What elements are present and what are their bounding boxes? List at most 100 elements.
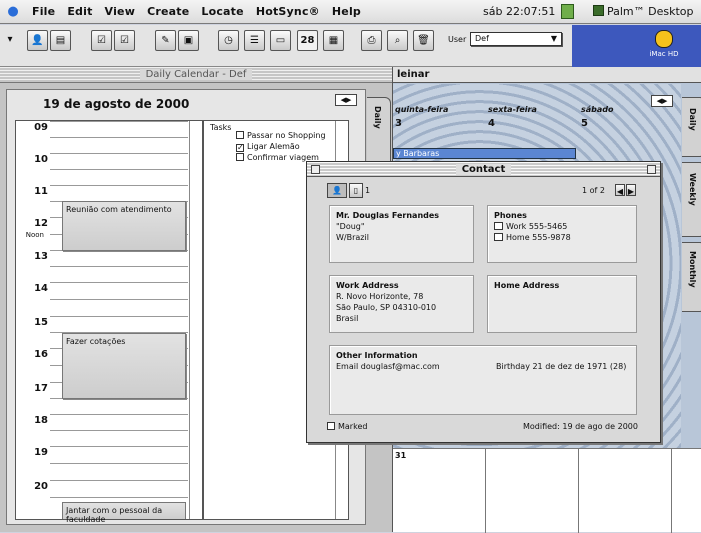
other-information-panel[interactable]: Other Information Email douglasf@mac.com… <box>329 345 637 415</box>
appointment-block[interactable]: Fazer cotações <box>62 333 186 399</box>
monthly-window-title: leinar <box>397 69 430 80</box>
new-event-icon[interactable]: ◷ <box>218 30 239 51</box>
schedule-scrollbar[interactable] <box>189 121 202 519</box>
contact-title-bar[interactable]: Contact <box>307 162 660 177</box>
hard-drive-desktop-icon[interactable]: iMac HD <box>644 30 684 64</box>
phones-panel[interactable]: Phones Work 555-5465 Home 555-9878 <box>487 205 637 263</box>
day-column-divider <box>578 449 579 533</box>
hour-label: 10 <box>34 154 48 165</box>
hour-label: 17 <box>34 383 48 394</box>
hour-divider <box>50 282 188 283</box>
user-select-value: Def <box>475 34 489 43</box>
hour-label: 11 <box>34 186 48 197</box>
menu-locate[interactable]: Locate <box>195 5 249 18</box>
day-column-divider <box>671 449 672 533</box>
menubar-clock[interactable]: sáb 22:07:51 <box>483 5 555 18</box>
contact-name: Mr. Douglas Fernandes <box>336 211 440 220</box>
hour-divider <box>50 446 188 447</box>
work-address-line: R. Novo Horizonte, 78 <box>336 292 424 301</box>
user-select[interactable]: Def ▼ <box>470 32 562 46</box>
hour-label: 19 <box>34 447 48 458</box>
collapse-box-icon[interactable] <box>647 165 656 174</box>
toolbar-collapse-arrow-icon[interactable]: ▾ <box>4 30 16 51</box>
hour-label: 12 <box>34 218 48 229</box>
task-checkbox[interactable] <box>236 131 244 139</box>
menu-create[interactable]: Create <box>141 5 195 18</box>
tab-monthly[interactable]: Monthly <box>682 242 701 312</box>
half-hour-divider <box>50 463 188 464</box>
home-address-header: Home Address <box>494 281 560 290</box>
half-hour-divider <box>50 169 188 170</box>
marked-checkbox[interactable] <box>327 422 335 430</box>
week-view-icon[interactable]: ▭ <box>270 30 291 51</box>
hour-divider <box>50 153 188 154</box>
contact-nickname: "Doug" <box>336 222 365 231</box>
hour-divider <box>50 316 188 317</box>
marked-checkbox-row[interactable]: Marked <box>327 422 367 431</box>
apple-menu-icon[interactable]: ● <box>0 4 26 19</box>
month-view-icon[interactable]: ▦ <box>323 30 344 51</box>
task-label: Ligar Alemão <box>247 142 300 151</box>
close-box-icon[interactable] <box>311 165 320 174</box>
note-list-icon[interactable]: ▣ <box>178 30 199 51</box>
appointment-block[interactable]: Jantar com o pessoal da faculdade <box>62 502 186 524</box>
contact-list-icon[interactable]: ▤ <box>50 30 71 51</box>
task-checkbox[interactable] <box>236 153 244 161</box>
month-nav-arrows[interactable]: ◀▶ <box>651 95 673 107</box>
work-address-panel[interactable]: Work Address R. Novo Horizonte, 78 São P… <box>329 275 474 333</box>
application-menu[interactable]: Palm™ Desktop <box>593 5 694 18</box>
task-label: Passar no Shopping <box>247 131 326 140</box>
hour-label: 20 <box>34 481 48 492</box>
day-header: quinta-feira <box>395 105 449 114</box>
hour-divider <box>50 480 188 481</box>
trash-icon[interactable]: 🗑 <box>413 30 434 51</box>
day-number: 31 <box>395 451 407 460</box>
menu-hotsync[interactable]: HotSync® <box>250 5 326 18</box>
day-date-button[interactable]: 28 <box>297 30 318 51</box>
new-task-icon[interactable]: ☑ <box>91 30 112 51</box>
menu-file[interactable]: File <box>26 5 61 18</box>
contact-card-view-icon[interactable]: 👤 <box>327 183 347 198</box>
task-list-icon[interactable]: ☑ <box>114 30 135 51</box>
day-number: 4 <box>488 118 495 129</box>
search-icon[interactable]: ⌕ <box>387 30 408 51</box>
phone-icon <box>494 233 503 241</box>
menu-edit[interactable]: Edit <box>61 5 98 18</box>
tab-monthly-label: Monthly <box>688 251 697 288</box>
task-checkbox-checked[interactable]: ✓ <box>236 144 244 152</box>
hour-label: 18 <box>34 415 48 426</box>
half-hour-divider <box>50 266 188 267</box>
month-event[interactable]: y Barbaras <box>393 148 576 159</box>
home-address-panel[interactable]: Home Address <box>487 275 637 333</box>
contact-page-indicator: 1 of 2 <box>582 186 605 195</box>
application-switcher-icon[interactable] <box>561 4 574 19</box>
contact-email: Email douglasf@mac.com <box>336 362 440 371</box>
new-contact-icon[interactable]: 👤 <box>27 30 48 51</box>
tasks-header: Tasks <box>210 123 232 132</box>
name-panel[interactable]: Mr. Douglas Fernandes "Doug" W/Brazil <box>329 205 474 263</box>
menu-help[interactable]: Help <box>326 5 367 18</box>
hour-schedule[interactable]: 09 10 11 12 Noon 13 14 15 16 17 18 19 20 <box>15 120 203 524</box>
tab-weekly[interactable]: Weekly <box>682 162 701 237</box>
event-list-icon[interactable]: ☰ <box>244 30 265 51</box>
day-nav-arrows[interactable]: ◀▶ <box>335 94 357 106</box>
contact-list-view-icon[interactable]: ▯ <box>349 183 363 198</box>
next-contact-icon[interactable]: ▶ <box>626 184 636 196</box>
other-information-header: Other Information <box>336 351 418 360</box>
task-item[interactable]: ✓ Ligar Alemão <box>236 142 300 152</box>
print-icon[interactable]: ⎙ <box>361 30 382 51</box>
work-address-header: Work Address <box>336 281 399 290</box>
user-label: User <box>448 35 467 44</box>
task-item[interactable]: Passar no Shopping <box>236 131 326 140</box>
tab-daily-side-label: Daily <box>688 108 697 131</box>
hard-drive-label: iMac HD <box>649 50 679 58</box>
appointment-label: Jantar com o pessoal da faculdade <box>66 506 163 524</box>
tab-daily-side[interactable]: Daily <box>682 97 701 157</box>
appointment-block[interactable]: Reunião com atendimento <box>62 201 186 251</box>
new-note-icon[interactable]: ✎ <box>155 30 176 51</box>
month-bottom-row[interactable]: 31 <box>393 448 701 533</box>
calendar-title-bar[interactable]: Daily Calendar - Def <box>0 67 392 83</box>
menu-view[interactable]: View <box>99 5 142 18</box>
previous-contact-icon[interactable]: ◀ <box>615 184 625 196</box>
monthly-title-bar[interactable]: leinar <box>393 67 701 83</box>
